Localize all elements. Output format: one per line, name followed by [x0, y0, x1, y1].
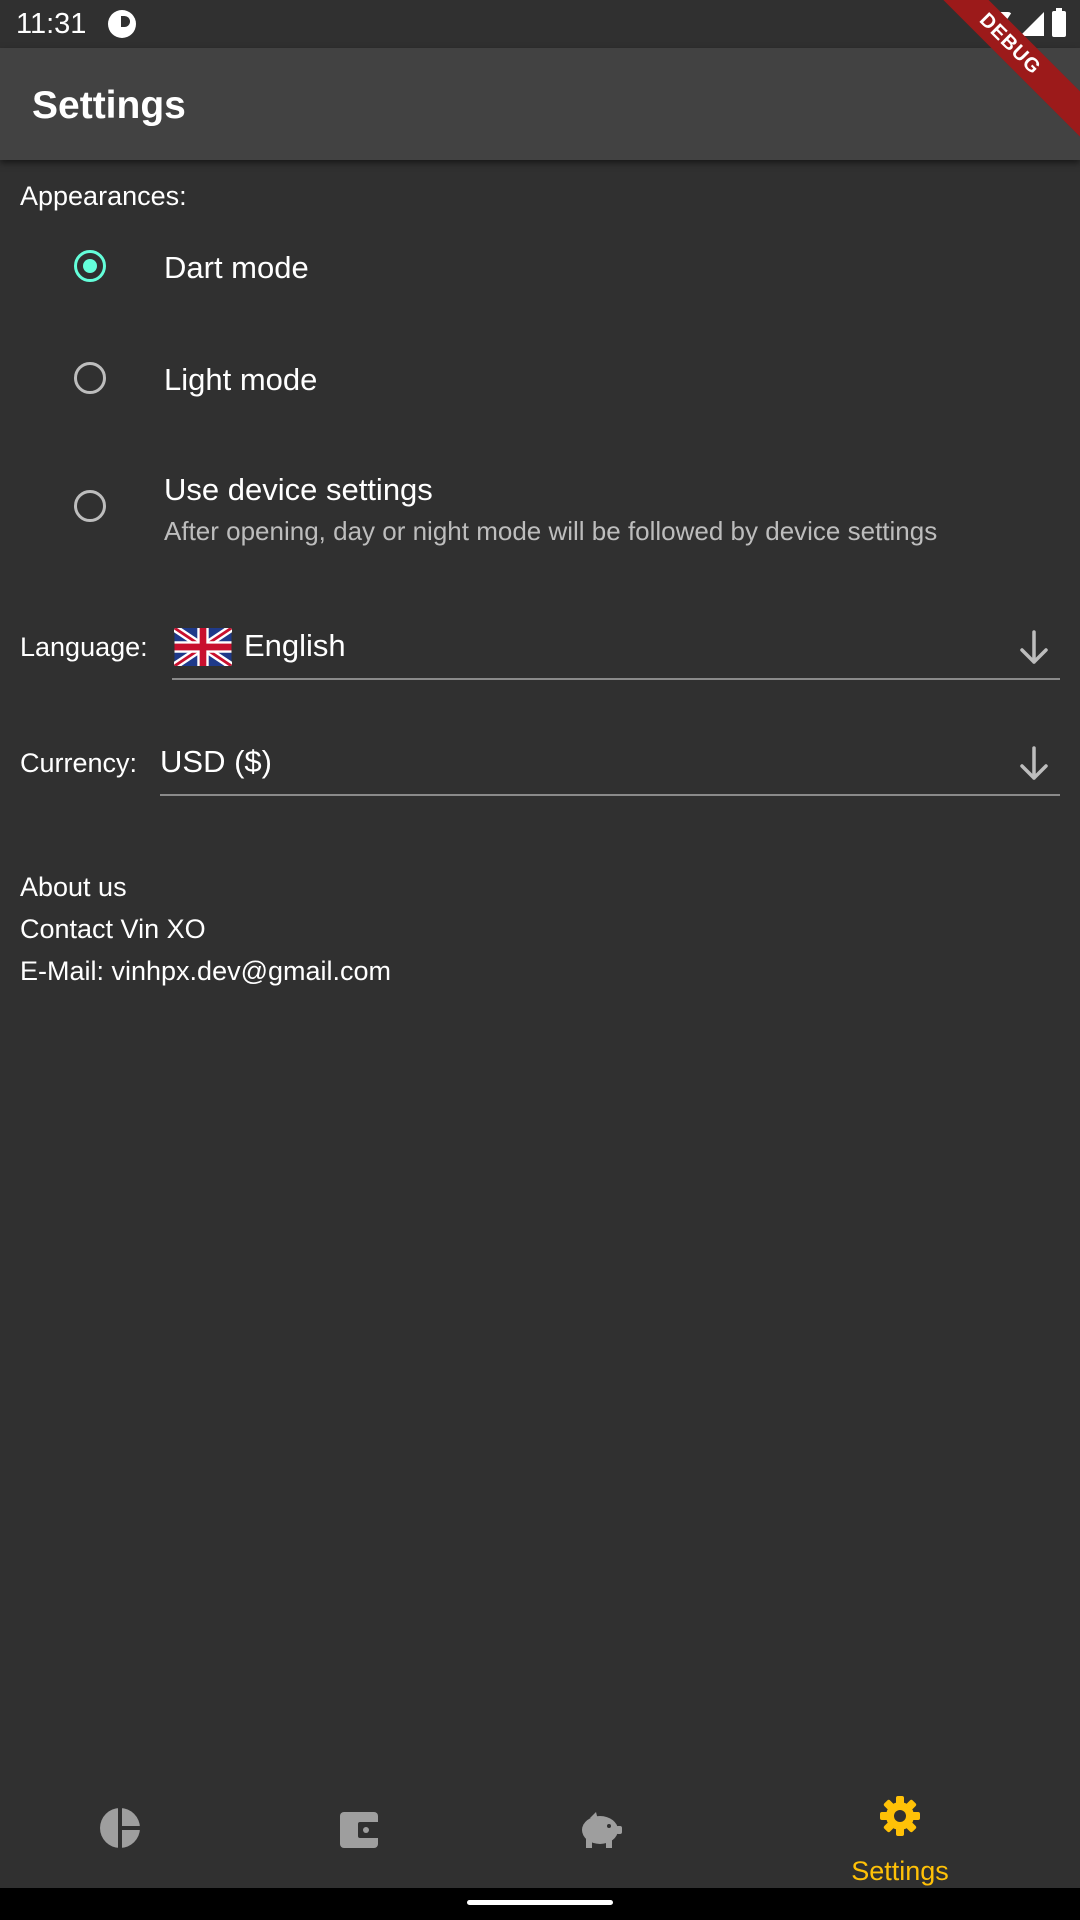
radio-unselected-icon[interactable]	[74, 362, 106, 394]
language-dropdown[interactable]: English	[172, 622, 1060, 680]
radio-dark-mode[interactable]: Dart mode	[0, 230, 1080, 306]
nav-item-wallet[interactable]	[240, 1776, 480, 1888]
app-bar: Settings	[0, 48, 1080, 160]
page-title: Settings	[32, 84, 186, 127]
language-value: English	[244, 628, 346, 663]
uk-flag-icon	[174, 628, 232, 666]
radio-selected-icon[interactable]	[74, 250, 106, 282]
wallet-icon	[340, 1812, 382, 1848]
notification-app-icon	[108, 10, 136, 38]
contact-email[interactable]: E-Mail: vinhpx.dev@gmail.com	[20, 956, 391, 987]
piggy-bank-icon	[582, 1812, 622, 1848]
language-label: Language:	[20, 632, 148, 662]
radio-unselected-icon[interactable]	[74, 490, 106, 522]
currency-dropdown[interactable]: USD ($)	[160, 738, 1060, 796]
about-us-title: About us	[20, 872, 127, 902]
contact-name: Contact Vin XO	[20, 914, 206, 944]
status-bar: 11:31	[0, 0, 1080, 48]
nav-item-savings[interactable]	[480, 1776, 720, 1888]
currency-label: Currency:	[20, 748, 138, 778]
battery-icon	[1052, 8, 1066, 37]
signal-icon	[1020, 12, 1044, 36]
appearances-label: Appearances:	[20, 181, 187, 211]
arrow-down-icon	[1020, 746, 1048, 780]
home-indicator[interactable]	[467, 1900, 613, 1905]
system-navigation-bar	[0, 1888, 1080, 1920]
radio-label: Dart mode	[164, 250, 309, 285]
radio-subtitle: After opening, day or night mode will be…	[164, 516, 938, 546]
nav-item-settings[interactable]: Settings	[780, 1776, 1020, 1888]
radio-device-settings[interactable]: Use device settings After opening, day o…	[0, 458, 1080, 558]
radio-label: Use device settings	[164, 472, 433, 507]
currency-value: USD ($)	[160, 744, 272, 779]
nav-label-settings: Settings	[851, 1856, 949, 1886]
gear-icon	[880, 1796, 920, 1836]
radio-light-mode[interactable]: Light mode	[0, 342, 1080, 418]
nav-item-statistics[interactable]	[0, 1776, 240, 1888]
radio-label: Light mode	[164, 362, 318, 397]
pie-chart-icon	[100, 1808, 140, 1848]
status-time: 11:31	[16, 8, 87, 40]
bottom-navigation: Settings	[0, 1776, 1080, 1888]
arrow-down-icon	[1020, 630, 1048, 664]
